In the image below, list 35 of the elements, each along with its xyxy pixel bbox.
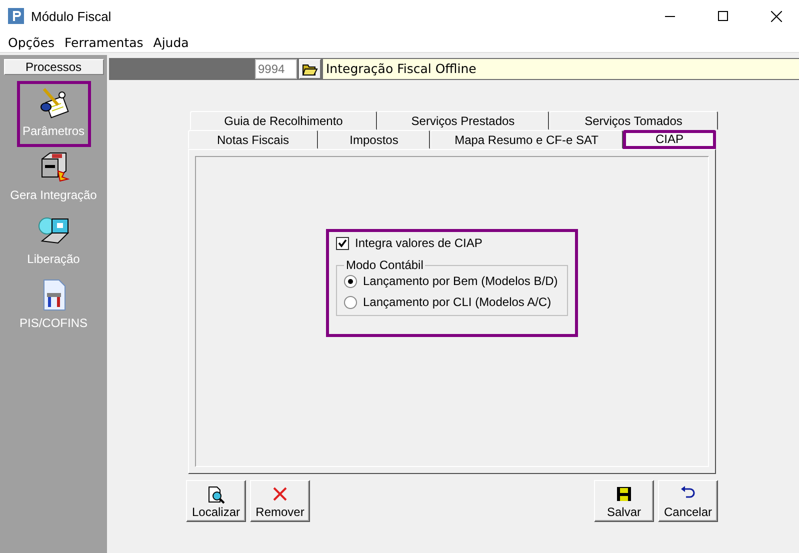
- menu-item[interactable]: Ferramentas: [58, 34, 148, 50]
- save-icon: [616, 486, 632, 502]
- tab[interactable]: Serviços Tomados: [549, 111, 718, 130]
- close-icon[interactable]: [770, 10, 782, 22]
- toolbar-button[interactable]: Salvar: [594, 480, 654, 522]
- menu-item[interactable]: Ajuda: [147, 34, 193, 50]
- maximize-icon[interactable]: [718, 11, 728, 21]
- radio-button[interactable]: [344, 274, 357, 288]
- tab[interactable]: CIAP: [623, 130, 716, 149]
- find-icon: [207, 486, 225, 504]
- checkbox[interactable]: [336, 236, 349, 250]
- open-button[interactable]: [299, 59, 321, 79]
- toolbar-button[interactable]: Remover: [250, 480, 310, 522]
- tab[interactable]: Mapa Resumo e CF-e SAT: [430, 130, 623, 149]
- tab[interactable]: Impostos: [318, 130, 430, 149]
- group-title: Modo Contábil: [345, 258, 424, 272]
- radio-label: Lançamento por Bem (Modelos B/D): [363, 274, 558, 288]
- undo-icon: [680, 486, 696, 498]
- tab[interactable]: Serviços Prestados: [377, 111, 549, 130]
- tab[interactable]: Notas Fiscais: [188, 130, 318, 149]
- sidebar-header[interactable]: Processos: [4, 59, 104, 75]
- close-icon: [272, 486, 288, 502]
- toolbar-button[interactable]: Cancelar: [658, 480, 718, 522]
- tab[interactable]: Guia de Recolhimento: [190, 111, 377, 130]
- code-field[interactable]: 9994: [255, 59, 297, 79]
- record-title: Integração Fiscal Offline: [323, 59, 799, 79]
- folder-icon: [302, 62, 318, 76]
- app-icon: [8, 8, 24, 24]
- notepad-icon: [38, 87, 70, 119]
- radio-label: Lançamento por CLI (Modelos A/C): [363, 295, 552, 309]
- radio-button[interactable]: [344, 296, 357, 308]
- checkbox-label: Integra valores de CIAP: [355, 236, 482, 250]
- window-title: Módulo Fiscal: [31, 8, 112, 24]
- toolbar-button[interactable]: Localizar: [186, 480, 246, 522]
- menu-item[interactable]: Opções: [2, 34, 58, 50]
